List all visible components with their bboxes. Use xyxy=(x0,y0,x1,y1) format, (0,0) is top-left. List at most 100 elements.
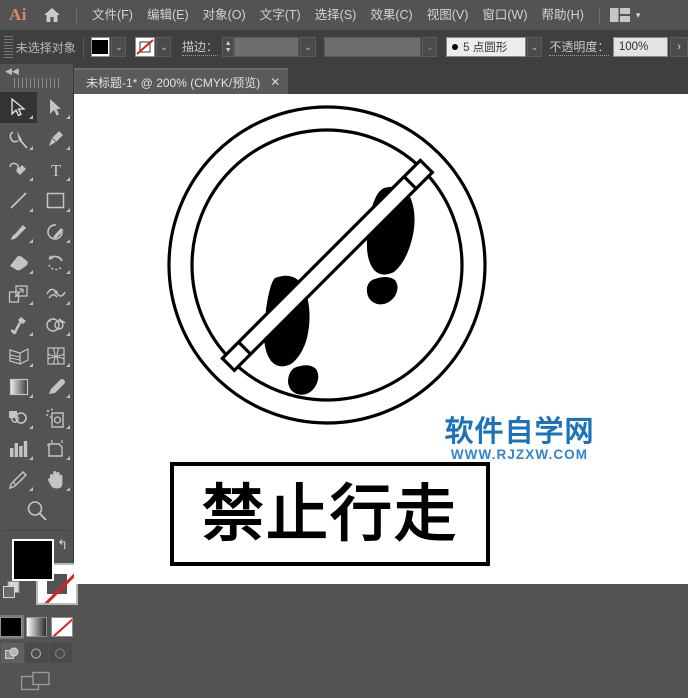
menu-type[interactable]: 文字(T) xyxy=(253,0,308,30)
control-bar-gripper[interactable] xyxy=(4,36,13,58)
shape-builder-tool[interactable] xyxy=(37,309,74,340)
graphic-style-input[interactable] xyxy=(324,37,422,57)
magic-wand-tool[interactable] xyxy=(0,123,37,154)
paintbrush-tool[interactable] xyxy=(0,216,37,247)
textbox-label: 禁止行走 xyxy=(201,477,458,550)
svg-text:T: T xyxy=(50,161,61,179)
menu-help[interactable]: 帮助(H) xyxy=(535,0,591,30)
eyedropper-tool[interactable] xyxy=(37,371,74,402)
tools-panel: ◀◀ T ↰ xyxy=(0,64,78,691)
watermark: 软件自学网 WWW.RJZXW.COM xyxy=(437,414,602,463)
width-tool[interactable] xyxy=(37,278,74,309)
draw-inside-button[interactable] xyxy=(49,643,72,663)
stroke-weight-input[interactable] xyxy=(234,37,300,57)
selection-tool[interactable] xyxy=(0,92,37,123)
stepper-up-icon: ▲ xyxy=(224,40,232,47)
draw-normal-button[interactable] xyxy=(1,643,24,663)
textbox-artwork[interactable]: 禁止行走 xyxy=(170,462,490,566)
direct-selection-tool[interactable] xyxy=(37,92,74,123)
perspective-grid-tool[interactable] xyxy=(0,340,37,371)
blend-tool[interactable] xyxy=(0,402,37,433)
drawing-mode-row xyxy=(0,643,73,663)
chevron-down-icon: ⌄ xyxy=(160,41,168,52)
chevron-down-icon: ⌄ xyxy=(426,41,434,52)
menu-view[interactable]: 视图(V) xyxy=(420,0,476,30)
no-walking-sign-artwork[interactable] xyxy=(162,100,492,430)
stroke-weight-dropdown-button[interactable]: ⌄ xyxy=(300,37,316,57)
menu-select[interactable]: 选择(S) xyxy=(308,0,364,30)
rectangle-tool[interactable] xyxy=(37,185,74,216)
scale-tool[interactable] xyxy=(0,278,37,309)
change-screen-mode-button[interactable] xyxy=(20,671,53,698)
close-icon[interactable]: ✕ xyxy=(270,76,280,88)
stroke-swatch[interactable] xyxy=(135,37,156,57)
eraser-tool[interactable] xyxy=(0,247,37,278)
brush-dot-icon xyxy=(452,44,459,50)
fill-color-chip xyxy=(92,40,109,54)
fill-color-box[interactable] xyxy=(12,539,54,581)
pen-tool[interactable] xyxy=(37,123,74,154)
default-fill-stroke-icon[interactable] xyxy=(3,581,20,603)
graphic-style-dropdown-button[interactable]: ⌄ xyxy=(422,37,438,57)
chevron-down-icon: ⌄ xyxy=(304,41,312,52)
none-mode-swatch[interactable] xyxy=(51,617,74,637)
stroke-dropdown-button[interactable]: ⌄ xyxy=(156,37,172,57)
menu-divider-right xyxy=(598,6,600,24)
stroke-weight-label[interactable]: 描边： xyxy=(181,38,218,56)
artboard-tool[interactable] xyxy=(37,433,74,464)
watermark-en-text: WWW.RJZXW.COM xyxy=(450,447,589,463)
menu-file[interactable]: 文件(F) xyxy=(85,0,140,30)
fill-dropdown-button[interactable]: ⌄ xyxy=(111,37,127,57)
zoom-tool[interactable] xyxy=(0,495,74,526)
symbol-sprayer-tool[interactable] xyxy=(37,402,74,433)
slice-tool[interactable] xyxy=(0,464,37,495)
color-controls: ↰ xyxy=(0,535,78,613)
arrange-documents-icon xyxy=(609,8,630,22)
color-mode-swatch[interactable] xyxy=(0,615,24,639)
illustrator-window: Ai 文件(F) 编辑(E) 对象(O) 文字(T) 选择(S) 效果(C) 视… xyxy=(0,0,688,691)
opacity-input[interactable]: 100% xyxy=(612,37,669,57)
opacity-label[interactable]: 不透明度： xyxy=(549,38,610,56)
brush-definition-value: 5 点圆形 xyxy=(463,42,508,54)
type-tool[interactable]: T xyxy=(37,154,74,185)
menu-edit[interactable]: 编辑(E) xyxy=(140,0,196,30)
mesh-tool[interactable] xyxy=(37,340,74,371)
fill-swatch[interactable] xyxy=(90,37,111,57)
chevron-down-icon: ⌄ xyxy=(115,41,123,52)
curvature-tool[interactable] xyxy=(0,154,37,185)
control-divider-1 xyxy=(82,36,84,58)
menu-bar: Ai 文件(F) 编辑(E) 对象(O) 文字(T) 选择(S) 效果(C) 视… xyxy=(0,0,688,30)
arrange-documents-control[interactable]: ▾ xyxy=(609,8,640,22)
gradient-tool[interactable] xyxy=(0,371,37,402)
rotate-tool[interactable] xyxy=(37,247,74,278)
document-tab-title: 未标题-1* @ 200% (CMYK/预览) xyxy=(86,75,261,90)
canvas-document-area[interactable]: 软件自学网 WWW.RJZXW.COM 禁止行走 xyxy=(74,94,688,584)
document-tab[interactable]: 未标题-1* @ 200% (CMYK/预览) ✕ xyxy=(74,68,289,94)
screen-mode-row xyxy=(0,671,73,698)
brush-definition-field[interactable]: 5 点圆形 xyxy=(446,37,527,57)
draw-behind-button[interactable] xyxy=(25,643,48,663)
home-icon[interactable] xyxy=(36,0,68,30)
tools-panel-gripper[interactable] xyxy=(13,78,60,88)
swap-fill-stroke-icon[interactable]: ↰ xyxy=(57,537,68,553)
menu-window[interactable]: 窗口(W) xyxy=(475,0,534,30)
menu-divider xyxy=(76,6,77,24)
brush-dropdown-button[interactable]: ⌄ xyxy=(527,37,543,57)
menu-item-list: 文件(F) 编辑(E) 对象(O) 文字(T) 选择(S) 效果(C) 视图(V… xyxy=(85,0,591,30)
menu-effect[interactable]: 效果(C) xyxy=(363,0,419,30)
hand-tool[interactable] xyxy=(37,464,74,495)
shaper-tool[interactable] xyxy=(37,216,74,247)
free-transform-tool[interactable] xyxy=(0,309,37,340)
column-graph-tool[interactable] xyxy=(0,433,37,464)
watermark-cn-text: 软件自学网 xyxy=(444,414,595,448)
stroke-weight-stepper[interactable]: ▲ ▼ xyxy=(222,37,235,57)
stepper-down-icon: ▼ xyxy=(224,47,232,54)
selection-status-label: 未选择对象 xyxy=(15,40,76,55)
tool-grid: T xyxy=(0,92,74,526)
gradient-mode-swatch[interactable] xyxy=(25,617,48,637)
control-bar: 未选择对象 ⌄ ⌄ 描边： ▲ ▼ ⌄ ⌄ 5 点圆形 ⌄ 不透明度： 100%… xyxy=(0,30,688,65)
control-bar-more-button[interactable]: › xyxy=(670,37,688,57)
line-segment-tool[interactable] xyxy=(0,185,37,216)
tools-panel-collapse-icon[interactable]: ◀◀ xyxy=(0,64,73,78)
menu-object[interactable]: 对象(O) xyxy=(196,0,253,30)
